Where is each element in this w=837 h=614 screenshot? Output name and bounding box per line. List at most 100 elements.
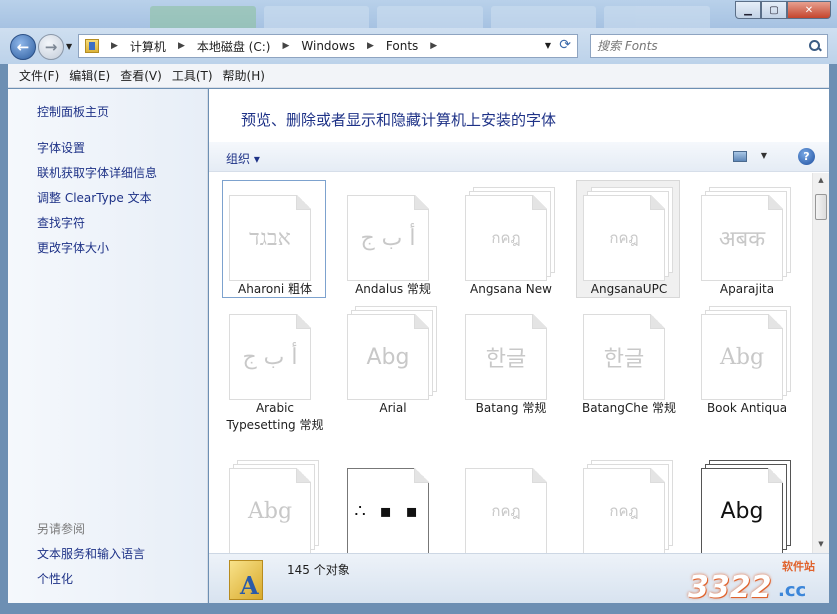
font-sample: กคฎ (609, 229, 639, 247)
watermark-logo: 软件站 3322 .cc (688, 558, 828, 606)
menu-file[interactable]: 文件(F) (14, 67, 64, 84)
font-tile[interactable]: กคฎ (458, 453, 562, 553)
menu-view[interactable]: 查看(V) (115, 67, 167, 84)
font-tile[interactable]: أ ب ج Andalus 常规 (340, 180, 444, 298)
font-name: Angsana New (470, 282, 552, 296)
font-tile[interactable]: अबक Aparajita (694, 180, 798, 298)
font-sample: ∴ ▪ ▪ (354, 500, 422, 522)
font-family-icon: กคฎ (583, 460, 673, 553)
find-character-link[interactable]: 查找字符 (37, 214, 85, 231)
font-name: Andalus 常规 (355, 282, 431, 296)
font-name: Arial (379, 401, 407, 415)
font-tile[interactable]: أ ب ج Arabic Typesetting 常规 (222, 299, 326, 449)
chevron-right-icon[interactable]: ▶ (422, 41, 445, 51)
chevron-right-icon[interactable]: ▶ (170, 41, 193, 51)
breadcrumb-fonts[interactable]: Fonts (382, 39, 422, 53)
search-box[interactable] (590, 34, 828, 58)
scroll-thumb[interactable] (815, 194, 827, 220)
control-panel-home-link[interactable]: 控制面板主页 (37, 103, 109, 120)
font-name: Aparajita (719, 282, 775, 296)
font-sample: Abg (247, 498, 293, 524)
search-icon[interactable] (809, 40, 821, 52)
font-tile[interactable]: กคฎ (576, 453, 680, 553)
help-icon[interactable]: ? (798, 148, 815, 165)
chevron-right-icon[interactable]: ▶ (359, 41, 382, 51)
view-dropdown-icon[interactable]: ▼ (761, 151, 767, 160)
breadcrumb-windows[interactable]: Windows (297, 39, 359, 53)
watermark-number: 3322 (688, 570, 772, 605)
breadcrumb-computer[interactable]: 计算机 (126, 38, 170, 55)
menu-tools[interactable]: 工具(T) (167, 67, 218, 84)
fonts-folder-icon (229, 560, 263, 600)
menu-edit[interactable]: 编辑(E) (64, 67, 115, 84)
font-sample: אבגד (249, 226, 291, 251)
forward-button[interactable]: → (38, 34, 64, 60)
command-bar: 组织 ▾ ▼ ? (209, 142, 829, 172)
font-name: Aharoni 粗体 (238, 282, 312, 296)
font-tile[interactable]: ∴ ▪ ▪ (340, 453, 444, 553)
fonts-folder-icon (85, 39, 99, 53)
font-tile[interactable]: Abg (694, 453, 798, 553)
font-family-icon: अबक (701, 187, 791, 283)
change-font-size-link[interactable]: 更改字体大小 (37, 239, 109, 256)
cleartype-link[interactable]: 调整 ClearType 文本 (37, 189, 152, 206)
page-title: 预览、删除或者显示和隐藏计算机上安装的字体 (241, 111, 557, 129)
address-bar[interactable]: ▶ 计算机 ▶ 本地磁盘 (C:) ▶ Windows ▶ Fonts ▶ ▼ … (78, 34, 578, 58)
maximize-button[interactable]: ▢ (761, 1, 787, 19)
personalization-link[interactable]: 个性化 (37, 570, 73, 587)
font-tile[interactable]: Abg Book Antiqua (694, 299, 798, 417)
change-view-icon[interactable] (733, 151, 747, 162)
font-tile[interactable]: Abg (222, 453, 326, 553)
font-name: Arabic Typesetting 常规 (226, 401, 324, 432)
menu-help[interactable]: 帮助(H) (218, 67, 270, 84)
menu-bar: 文件(F) 编辑(E) 查看(V) 工具(T) 帮助(H) (8, 64, 829, 88)
chevron-right-icon[interactable]: ▶ (274, 41, 297, 51)
online-font-info-link[interactable]: 联机获取字体详细信息 (37, 164, 157, 181)
font-tile[interactable]: กคฎ AngsanaUPC (576, 180, 680, 298)
font-family-icon: Abg (701, 306, 791, 402)
background-tabs (150, 6, 710, 28)
font-file-icon: أ ب ج (229, 306, 319, 402)
font-sample: Abg (366, 344, 410, 370)
recent-pages-dropdown[interactable]: ▼ (66, 42, 72, 51)
title-bar: ▁ ▢ ✕ (0, 0, 837, 28)
vertical-scrollbar[interactable]: ▲ ▼ (812, 173, 829, 553)
font-name: BatangChe 常规 (581, 401, 677, 415)
font-sample: अबक (718, 227, 766, 252)
back-button[interactable]: ← (10, 34, 36, 60)
font-family-icon: กคฎ (465, 187, 555, 283)
font-tile[interactable]: 한글 BatangChe 常规 (576, 299, 680, 417)
refresh-icon[interactable]: ⟳ (559, 37, 571, 53)
content-pane: 预览、删除或者显示和隐藏计算机上安装的字体 组织 ▾ ▼ ? אבגד Ahar… (209, 89, 829, 603)
watermark-site: 软件站 (782, 560, 815, 573)
font-file-icon: 한글 (465, 306, 555, 402)
font-tile[interactable]: 한글 Batang 常规 (458, 299, 562, 417)
font-sample: กคฎ (491, 502, 521, 520)
see-also-heading: 另请参阅 (37, 522, 86, 536)
font-family-icon: กคฎ (583, 187, 673, 283)
font-tile[interactable]: Abg Arial (340, 299, 444, 417)
font-file-icon: أ ب ج (347, 187, 437, 283)
breadcrumb-local-disk[interactable]: 本地磁盘 (C:) (193, 38, 275, 55)
font-file-icon: กคฎ (465, 460, 555, 553)
chevron-right-icon[interactable]: ▶ (103, 41, 126, 51)
address-dropdown-icon[interactable]: ▼ (545, 41, 551, 50)
font-tile[interactable]: אבגד Aharoni 粗体 (222, 180, 326, 298)
font-sample: Abg (719, 344, 765, 370)
scroll-down-icon[interactable]: ▼ (816, 540, 826, 550)
text-services-link[interactable]: 文本服务和输入语言 (37, 545, 145, 562)
scroll-up-icon[interactable]: ▲ (816, 176, 826, 186)
organize-button[interactable]: 组织 ▾ (226, 150, 260, 167)
font-file-icon: ∴ ▪ ▪ (347, 460, 437, 553)
font-file-icon: אבגד (229, 187, 319, 283)
font-sample: 한글 (603, 347, 645, 372)
font-settings-link[interactable]: 字体设置 (37, 139, 85, 156)
close-button[interactable]: ✕ (787, 1, 831, 19)
address-row: ← → ▼ ▶ 计算机 ▶ 本地磁盘 (C:) ▶ Windows ▶ Font… (0, 28, 837, 64)
font-family-icon: Abg (701, 460, 791, 553)
font-sample: أ ب ج (242, 344, 298, 370)
minimize-button[interactable]: ▁ (735, 1, 761, 19)
search-input[interactable] (597, 39, 809, 53)
font-family-icon: Abg (347, 306, 437, 402)
font-tile[interactable]: กคฎ Angsana New (458, 180, 562, 298)
